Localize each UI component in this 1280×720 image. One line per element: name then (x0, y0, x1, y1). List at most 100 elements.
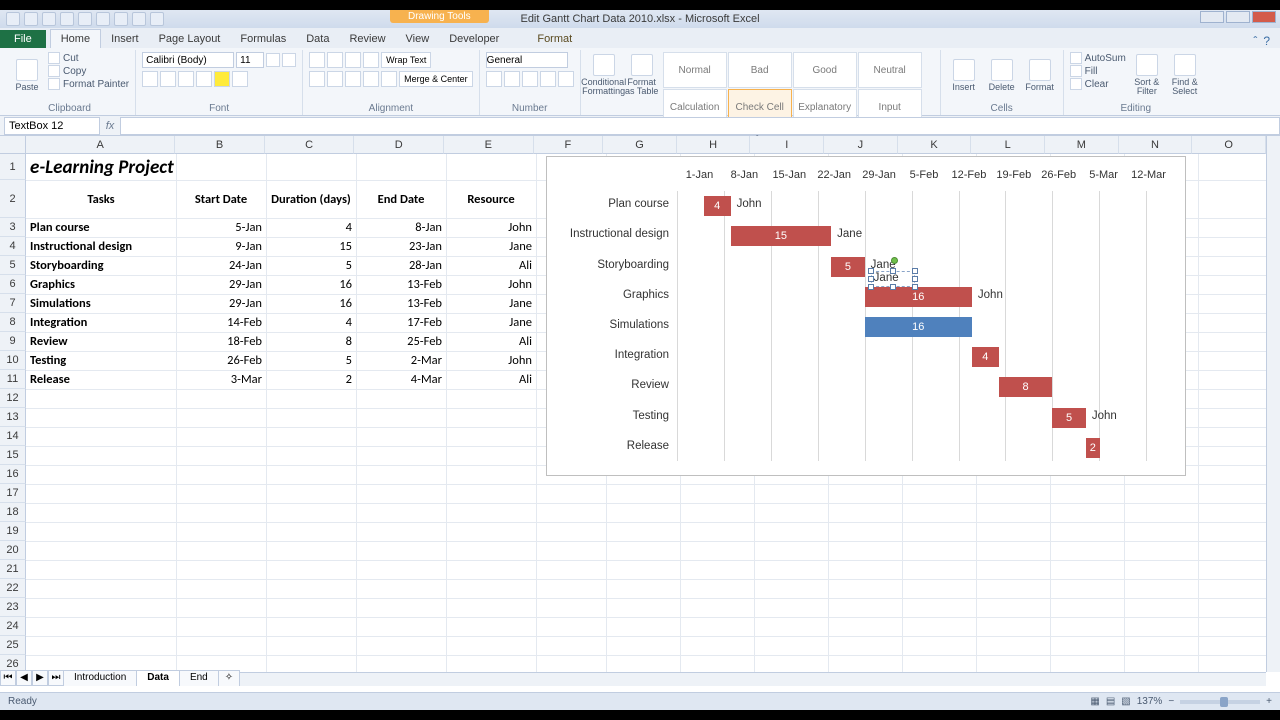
tab-developer[interactable]: Developer (439, 30, 509, 48)
orient-icon[interactable] (363, 52, 379, 68)
tab-nav-first-icon[interactable]: ⏮ (0, 670, 16, 686)
tab-page-layout[interactable]: Page Layout (149, 30, 231, 48)
row-header-2[interactable]: 2 (0, 180, 26, 218)
qat-undo-icon[interactable] (24, 12, 38, 26)
cell[interactable]: John (446, 351, 536, 370)
cell[interactable]: 8 (266, 332, 356, 351)
formula-input[interactable] (120, 117, 1280, 135)
cell[interactable]: Ali (446, 370, 536, 389)
merge-center-button[interactable]: Merge & Center (399, 71, 473, 87)
selection-handle[interactable] (868, 276, 874, 282)
fill-button[interactable]: Fill (1070, 65, 1126, 77)
font-name-select[interactable] (142, 52, 234, 68)
cell[interactable]: Plan course (26, 218, 176, 237)
row-header-19[interactable]: 19 (0, 522, 26, 541)
cell[interactable]: Release (26, 370, 176, 389)
cell[interactable]: Ali (446, 332, 536, 351)
shrink-font-icon[interactable] (282, 53, 296, 67)
cell[interactable]: 3-Mar (176, 370, 266, 389)
copy-button[interactable]: Copy (48, 65, 129, 77)
cell[interactable]: John (446, 218, 536, 237)
format-cells-button[interactable]: Format (1023, 52, 1057, 98)
cut-button[interactable]: Cut (48, 52, 129, 64)
row-header-17[interactable]: 17 (0, 484, 26, 503)
tab-nav-next-icon[interactable]: ▶ (32, 670, 48, 686)
tab-formulas[interactable]: Formulas (230, 30, 296, 48)
sheet-tab-new[interactable]: ✧ (218, 670, 240, 686)
indent-inc-icon[interactable] (381, 71, 397, 87)
percent-icon[interactable] (504, 71, 520, 87)
cell[interactable]: Simulations (26, 294, 176, 313)
qat-save-icon[interactable] (6, 12, 20, 26)
cell[interactable]: 2-Mar (356, 351, 446, 370)
cell[interactable]: Testing (26, 351, 176, 370)
align-left-icon[interactable] (309, 71, 325, 87)
cell[interactable]: Jane (446, 313, 536, 332)
cell[interactable]: 13-Feb (356, 275, 446, 294)
clear-button[interactable]: Clear (1070, 78, 1126, 90)
view-layout-icon[interactable]: ▤ (1106, 696, 1115, 707)
cell[interactable]: 29-Jan (176, 275, 266, 294)
row-header-10[interactable]: 10 (0, 351, 26, 370)
col-header-G[interactable]: G (603, 136, 677, 154)
cell[interactable]: 16 (266, 294, 356, 313)
cells-area[interactable]: 1-Jan8-Jan15-Jan22-Jan29-Jan5-Feb12-Feb1… (26, 154, 1266, 672)
comma-icon[interactable] (522, 71, 538, 87)
col-header-I[interactable]: I (750, 136, 824, 154)
row-header-9[interactable]: 9 (0, 332, 26, 351)
zoom-slider[interactable] (1180, 700, 1260, 704)
cell[interactable]: 13-Feb (356, 294, 446, 313)
chart-data-label[interactable]: John (1092, 410, 1117, 422)
row-header-21[interactable]: 21 (0, 560, 26, 579)
align-bot-icon[interactable] (345, 52, 361, 68)
fx-icon[interactable]: fx (100, 120, 120, 132)
cell[interactable]: 16 (266, 275, 356, 294)
font-size-select[interactable] (236, 52, 264, 68)
chart-data-label[interactable]: John (737, 198, 762, 210)
style-good[interactable]: Good (793, 52, 857, 88)
italic-icon[interactable] (160, 71, 176, 87)
row-header-7[interactable]: 7 (0, 294, 26, 313)
tab-nav-prev-icon[interactable]: ◀ (16, 670, 32, 686)
row-header-22[interactable]: 22 (0, 579, 26, 598)
rotate-handle[interactable] (891, 257, 898, 264)
chart-bar[interactable]: 5 (831, 257, 865, 277)
fill-color-icon[interactable] (214, 71, 230, 87)
cond-format-button[interactable]: Conditional Formatting (587, 52, 621, 98)
row-header-1[interactable]: 1 (0, 154, 26, 180)
select-all-corner[interactable] (0, 136, 26, 154)
row-header-16[interactable]: 16 (0, 465, 26, 484)
zoom-in-icon[interactable]: + (1266, 696, 1272, 707)
wrap-text-button[interactable]: Wrap Text (381, 52, 431, 68)
gantt-chart[interactable]: 1-Jan8-Jan15-Jan22-Jan29-Jan5-Feb12-Feb1… (546, 156, 1186, 476)
style-neutral[interactable]: Neutral (858, 52, 922, 88)
cell[interactable]: 25-Feb (356, 332, 446, 351)
chart-bar[interactable]: 2 (1086, 438, 1100, 458)
cell[interactable]: 8-Jan (356, 218, 446, 237)
chart-bar[interactable]: 15 (731, 226, 832, 246)
cell[interactable]: Duration (days) (266, 180, 356, 218)
indent-dec-icon[interactable] (363, 71, 379, 87)
cell[interactable]: Integration (26, 313, 176, 332)
cell[interactable]: Start Date (176, 180, 266, 218)
cell[interactable]: 24-Jan (176, 256, 266, 275)
cell[interactable]: 23-Jan (356, 237, 446, 256)
cell[interactable]: 17-Feb (356, 313, 446, 332)
bold-icon[interactable] (142, 71, 158, 87)
chart-bar[interactable]: 5 (1052, 408, 1086, 428)
worksheet-grid[interactable]: ABCDEFGHIJKLMNO 123456789101112131415161… (0, 136, 1280, 686)
chart-data-label[interactable]: Jane (837, 228, 862, 240)
row-header-20[interactable]: 20 (0, 541, 26, 560)
selection-handle[interactable] (912, 268, 918, 274)
style-bad[interactable]: Bad (728, 52, 792, 88)
align-top-icon[interactable] (309, 52, 325, 68)
tab-home[interactable]: Home (50, 29, 101, 48)
cell[interactable]: Resource (446, 180, 536, 218)
vertical-scrollbar[interactable] (1266, 136, 1280, 672)
cell[interactable]: Storyboarding (26, 256, 176, 275)
row-header-6[interactable]: 6 (0, 275, 26, 294)
row-header-8[interactable]: 8 (0, 313, 26, 332)
col-header-M[interactable]: M (1045, 136, 1119, 154)
col-header-F[interactable]: F (534, 136, 604, 154)
col-header-H[interactable]: H (677, 136, 751, 154)
